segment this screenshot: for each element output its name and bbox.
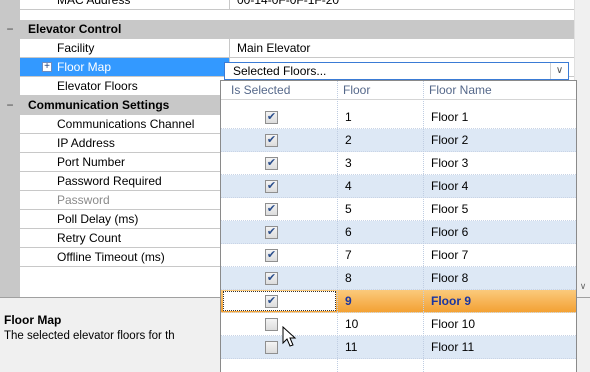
property-value[interactable]: Main Elevator [231,39,574,57]
focus-cell [223,291,336,311]
unselected-checkbox[interactable] [265,341,278,354]
column-header-floor[interactable]: Floor [343,81,370,99]
dropdown-value: Selected Floors... [233,64,327,78]
floor-number: 2 [345,133,352,147]
floor-name: Floor 4 [431,179,469,193]
floor-number: 6 [345,225,352,239]
floor-row-hovered[interactable]: ✔ 9 Floor 9 [221,290,576,313]
floor-row[interactable]: ✔ 4 Floor 4 [221,175,576,198]
floor-number: 3 [345,156,352,170]
floor-row[interactable]: 10 Floor 10 [221,313,576,336]
floor-number: 8 [345,271,352,285]
column-divider [337,81,338,372]
floor-row[interactable]: 11 Floor 11 [221,336,576,359]
selected-checkbox[interactable]: ✔ [265,295,278,308]
property-row-mac-address[interactable]: MAC Address 00-14-0F-0F-1F-20 [20,0,574,10]
selected-checkbox[interactable]: ✔ [265,272,278,285]
floor-row[interactable]: ✔ 6 Floor 6 [221,221,576,244]
category-elevator-control[interactable]: Elevator Control [20,20,574,39]
property-label: Password [20,191,230,209]
scroll-down-icon[interactable]: ∨ [575,279,590,293]
floor-number: 7 [345,248,352,262]
floor-name: Floor 7 [431,248,469,262]
floor-number: 1 [345,110,352,124]
floor-number: 5 [345,202,352,216]
property-label: Poll Delay (ms) [20,210,230,228]
property-label: Port Number [20,153,230,171]
floor-name: Floor 11 [431,340,475,354]
floor-map-dropdown[interactable]: Selected Floors... ∨ [224,62,569,80]
collapse-icon[interactable]: − [3,98,17,112]
help-description: The selected elevator floors for th [4,330,175,342]
collapse-icon[interactable]: − [3,22,17,36]
floor-row[interactable]: ✔ 7 Floor 7 [221,244,576,267]
property-label: IP Address [20,134,230,152]
selected-checkbox[interactable]: ✔ [265,180,278,193]
column-header-floor-name[interactable]: Floor Name [429,81,492,99]
floor-row[interactable]: ✔ 8 Floor 8 [221,267,576,290]
selected-checkbox[interactable]: ✔ [265,203,278,216]
unselected-checkbox[interactable] [265,318,278,331]
category-label: Elevator Control [28,22,122,36]
column-header-is-selected[interactable]: Is Selected [231,81,290,99]
selected-checkbox[interactable]: ✔ [265,111,278,124]
selected-checkbox[interactable]: ✔ [265,249,278,262]
property-label: Elevator Floors [20,77,230,95]
property-row-facility[interactable]: Facility Main Elevator [20,39,574,58]
selected-checkbox[interactable]: ✔ [265,134,278,147]
floor-name: Floor 3 [431,156,469,170]
floor-name: Floor 9 [431,294,472,308]
property-label: Communications Channel [20,115,230,133]
floor-name: Floor 8 [431,271,469,285]
floor-name: Floor 2 [431,133,469,147]
property-label: Password Required [20,172,230,190]
floor-name: Floor 10 [431,317,476,331]
floor-number: 9 [345,294,352,308]
property-grid-window: MAC Address 00-14-0F-0F-1F-20 − Elevator… [0,0,590,372]
property-label: Offline Timeout (ms) [20,248,230,266]
floor-number: 11 [345,340,358,354]
property-label: Retry Count [20,229,230,247]
grid-gutter [0,0,20,297]
selected-checkbox[interactable]: ✔ [265,226,278,239]
floor-number: 10 [345,317,359,331]
chevron-down-icon[interactable]: ∨ [550,63,568,79]
column-divider [423,81,424,372]
floor-name: Floor 1 [431,110,469,124]
popup-header: Is Selected Floor Floor Name [221,81,576,100]
floor-name: Floor 5 [431,202,469,216]
floor-name: Floor 6 [431,225,469,239]
floor-row[interactable]: ✔ 3 Floor 3 [221,152,576,175]
floor-row[interactable]: ✔ 2 Floor 2 [221,129,576,152]
selected-checkbox[interactable]: ✔ [265,157,278,170]
expand-icon[interactable]: + [42,62,52,72]
floor-selection-popup: Is Selected Floor Floor Name ✔ 1 Floor 1… [220,80,577,372]
floor-row[interactable]: ✔ 5 Floor 5 [221,198,576,221]
property-label: Facility [20,39,230,57]
floor-number: 4 [345,179,352,193]
help-title: Floor Map [4,313,62,327]
property-value[interactable]: 00-14-0F-0F-1F-20 [231,0,574,9]
floor-row[interactable]: ✔ 1 Floor 1 [221,106,576,129]
property-label: MAC Address [20,0,230,9]
